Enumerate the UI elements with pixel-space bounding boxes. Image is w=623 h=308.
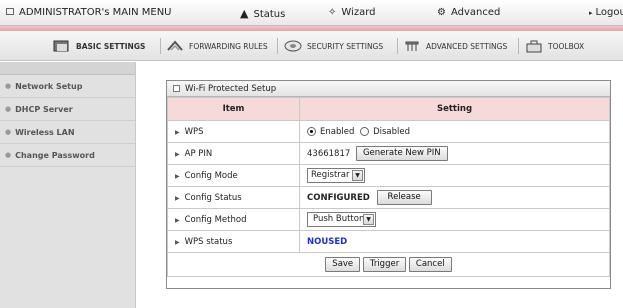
config-method-select[interactable]: Push Button ▼ xyxy=(307,212,376,227)
main-menu-title: ADMINISTRATOR's MAIN MENU xyxy=(6,7,172,18)
table-row: ▶ Config Status CONFIGURED Release xyxy=(167,186,610,209)
arrow-icon: ▶ xyxy=(175,172,180,180)
row-label: ▶ AP PIN xyxy=(167,142,300,165)
radio-selected-icon xyxy=(307,126,316,136)
column-header-setting: Setting xyxy=(299,97,610,121)
advanced-link[interactable]: ⚙ Advanced xyxy=(437,7,500,18)
panel-title: Wi-Fi Protected Setup xyxy=(167,81,610,97)
trigger-button[interactable]: Trigger xyxy=(362,257,407,272)
advanced-icon: ⚙ xyxy=(437,7,446,18)
advanced-settings-icon xyxy=(402,38,422,54)
wps-status-value: NOUSED xyxy=(307,236,348,247)
table-row: ▶ WPS Enabled Disabled xyxy=(167,120,610,143)
wps-settings-table: Item Setting ▶ WPS Enabled Disabled ▶ AP P… xyxy=(167,97,610,277)
tab-divider xyxy=(518,38,519,54)
table-row: ▶ Config Method Push Button ▼ xyxy=(167,208,610,231)
config-status-setting: CONFIGURED Release xyxy=(299,186,610,209)
logout-link[interactable]: ▸ Logou xyxy=(589,7,623,18)
row-label: ▶ Config Method xyxy=(167,208,300,231)
tab-forwarding-rules[interactable]: FORWARDING RULES xyxy=(165,35,268,57)
release-button[interactable]: Release xyxy=(376,190,432,205)
table-row: ▶ AP PIN 43661817 Generate New PIN xyxy=(167,142,610,165)
config-status-value: CONFIGURED xyxy=(307,193,370,203)
sidebar-item-wireless-lan[interactable]: ● Wireless LAN xyxy=(0,121,135,144)
radio-unselected-icon xyxy=(360,126,370,136)
wps-disabled-radio[interactable]: Disabled xyxy=(360,126,410,137)
forwarding-rules-icon xyxy=(165,38,185,54)
arrow-icon: ▶ xyxy=(175,216,180,224)
status-link[interactable]: ▲ Status xyxy=(240,7,285,20)
config-mode-select[interactable]: Registrar ▼ xyxy=(307,168,365,183)
config-method-setting: Push Button ▼ xyxy=(299,208,610,231)
top-menu-bar: ADMINISTRATOR's MAIN MENU ▲ Status ✧ Wizar… xyxy=(0,0,623,26)
sidebar-item-dhcp-server[interactable]: ● DHCP Server xyxy=(0,98,135,121)
menu-box-icon xyxy=(6,8,14,15)
generate-new-pin-button[interactable]: Generate New PIN xyxy=(355,146,448,161)
wps-enabled-radio[interactable]: Enabled xyxy=(307,126,354,137)
tab-advanced-settings[interactable]: ADVANCED SETTINGS xyxy=(402,35,507,57)
sidebar-item-change-password[interactable]: ● Change Password xyxy=(0,144,135,167)
security-settings-icon xyxy=(283,38,303,54)
basic-settings-icon xyxy=(52,38,72,54)
dropdown-arrow-icon: ▼ xyxy=(352,170,363,181)
main-tab-bar: BASIC SETTINGS FORWARDING RULES SECURITY… xyxy=(0,31,623,61)
tab-divider xyxy=(397,38,398,54)
config-mode-setting: Registrar ▼ xyxy=(299,164,610,187)
tab-basic-settings[interactable]: BASIC SETTINGS xyxy=(52,35,145,57)
table-row: ▶ WPS status NOUSED xyxy=(167,230,610,253)
wps-setting: Enabled Disabled xyxy=(299,120,610,143)
wizard-link[interactable]: ✧ Wizard xyxy=(328,7,376,18)
ap-pin-setting: 43661817 Generate New PIN xyxy=(299,142,610,165)
wps-status-setting: NOUSED xyxy=(299,230,610,253)
arrow-icon: ▶ xyxy=(175,128,180,136)
sidebar-item-network-setup[interactable]: ● Network Setup xyxy=(0,75,135,98)
bullet-icon: ● xyxy=(5,105,12,113)
status-person-icon: ▲ xyxy=(240,7,249,20)
wps-panel: Wi-Fi Protected Setup Item Setting ▶ WPS … xyxy=(166,80,611,289)
bullet-icon: ● xyxy=(5,128,12,136)
tab-divider xyxy=(277,38,278,54)
ap-pin-value: 43661817 xyxy=(307,149,351,159)
logout-arrow-icon: ▸ xyxy=(589,9,593,17)
panel-box-icon xyxy=(173,85,180,92)
arrow-icon: ▶ xyxy=(175,150,180,158)
wizard-icon: ✧ xyxy=(328,7,337,18)
tab-toolbox[interactable]: TOOLBOX xyxy=(524,35,584,57)
tab-divider xyxy=(160,38,161,54)
row-label: ▶ WPS status xyxy=(167,230,300,253)
column-header-item: Item xyxy=(167,97,300,121)
dropdown-arrow-icon: ▼ xyxy=(363,214,374,225)
action-buttons: Save Trigger Cancel xyxy=(167,252,610,277)
toolbox-icon xyxy=(524,38,544,54)
sidebar: ● Network Setup ● DHCP Server ● Wireless LA… xyxy=(0,62,136,308)
action-row: Save Trigger Cancel xyxy=(167,252,610,277)
save-button[interactable]: Save xyxy=(325,257,361,272)
sidebar-header xyxy=(0,62,135,75)
row-label: ▶ Config Status xyxy=(167,186,300,209)
tab-security-settings[interactable]: SECURITY SETTINGS xyxy=(283,35,383,57)
arrow-icon: ▶ xyxy=(175,194,180,202)
table-row: ▶ Config Mode Registrar ▼ xyxy=(167,164,610,187)
row-label: ▶ Config Mode xyxy=(167,164,300,187)
arrow-icon: ▶ xyxy=(175,238,180,246)
cancel-button[interactable]: Cancel xyxy=(408,257,452,272)
bullet-icon: ● xyxy=(5,82,12,90)
row-label: ▶ WPS xyxy=(167,120,300,143)
bullet-icon: ● xyxy=(5,151,12,159)
